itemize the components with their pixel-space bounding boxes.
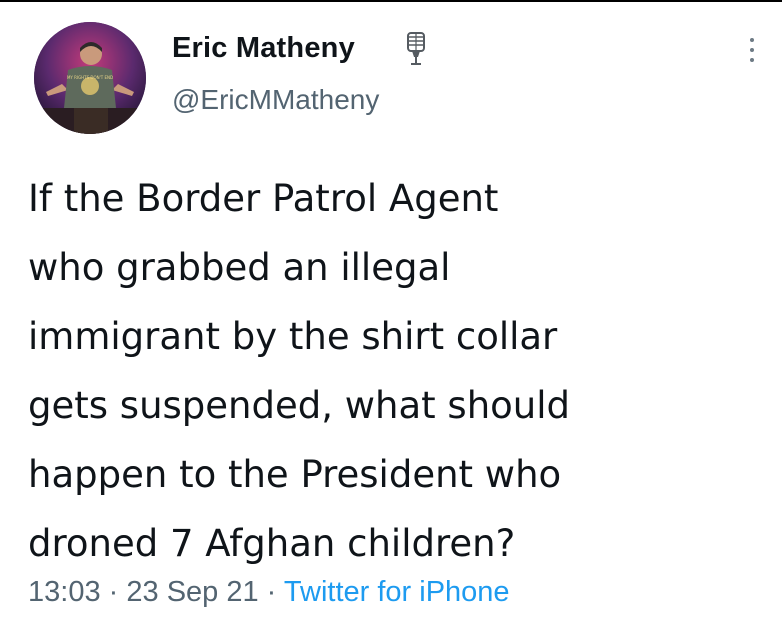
- tweet-source-link[interactable]: Twitter for iPhone: [284, 576, 510, 608]
- tweet-text-line: gets suspended, what should: [28, 384, 570, 427]
- tweet-time[interactable]: 13:03: [28, 576, 101, 608]
- tweet-text-line: immigrant by the shirt collar: [28, 315, 558, 358]
- avatar[interactable]: MY RIGHTS DON'T END: [34, 22, 146, 134]
- tweet-date[interactable]: 23 Sep 21: [126, 576, 258, 608]
- more-options-button[interactable]: [740, 32, 764, 68]
- avatar-shirt-text: MY RIGHTS DON'T END: [67, 75, 113, 80]
- tweet-text: If the Border Patrol Agent who grabbed a…: [28, 164, 768, 578]
- avatar-image: MY RIGHTS DON'T END: [34, 22, 146, 134]
- tweet-card: MY RIGHTS DON'T END Eric Matheny @EricMM…: [0, 0, 782, 617]
- tweet-meta: 13:03 · 23 Sep 21 · Twitter for iPhone: [28, 576, 510, 609]
- more-options-icon: [750, 58, 754, 62]
- microphone-icon: [407, 32, 425, 65]
- tweet-text-line: happen to the President who: [28, 453, 562, 496]
- tweet-text-line: droned 7 Afghan children?: [28, 522, 516, 565]
- author-handle[interactable]: @EricMMatheny: [172, 84, 379, 116]
- author-display-name[interactable]: Eric Matheny: [172, 32, 355, 65]
- meta-separator: ·: [266, 576, 277, 608]
- meta-separator: ·: [108, 576, 119, 608]
- tweet-text-line: If the Border Patrol Agent: [28, 177, 499, 220]
- more-options-icon: [750, 48, 754, 52]
- tweet-text-line: who grabbed an illegal: [28, 246, 451, 289]
- more-options-icon: [750, 38, 754, 42]
